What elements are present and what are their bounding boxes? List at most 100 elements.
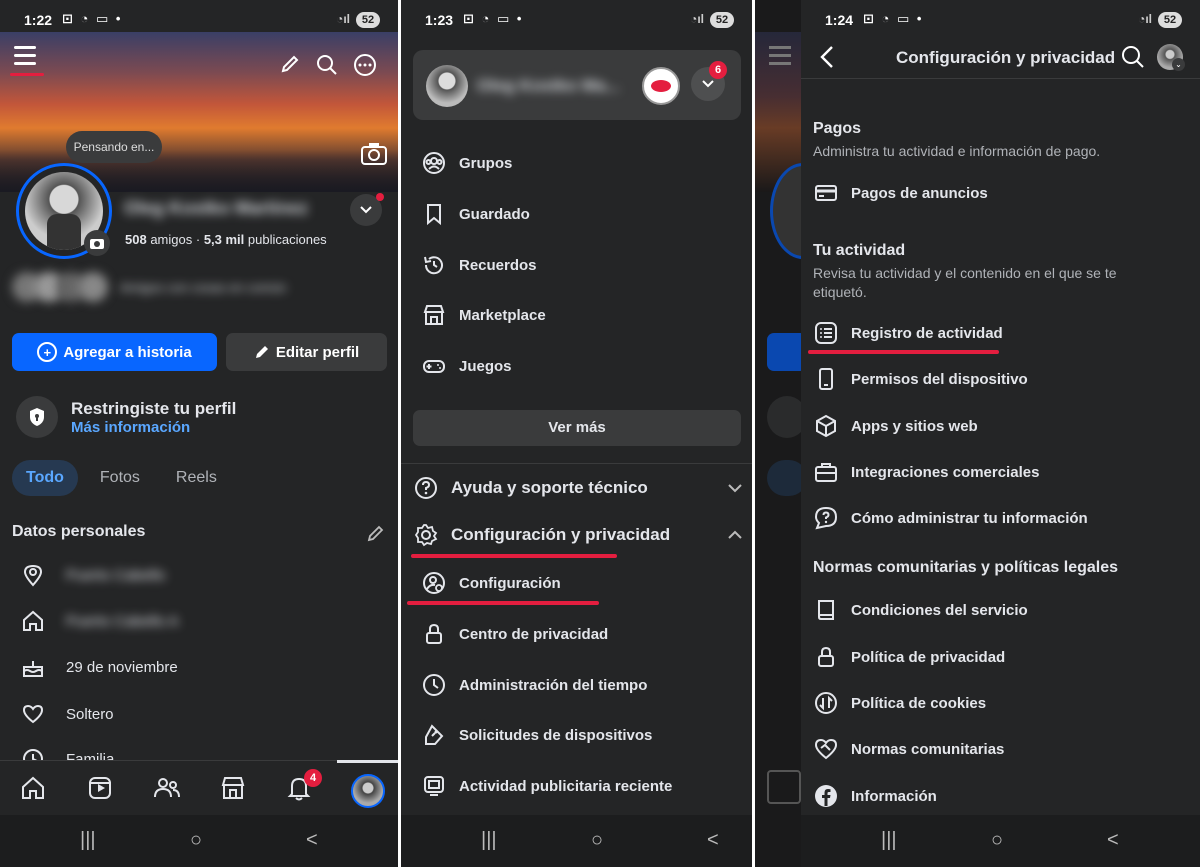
more-info-link[interactable]: Más información [71,419,190,436]
settings-item[interactable]: Información [813,781,937,811]
personal-info-row[interactable]: 29 de noviembre [20,652,178,682]
menu-item-marketplace[interactable]: Marketplace [421,300,546,330]
account-avatar [426,65,468,107]
notifications-tab-icon[interactable]: 4 [286,769,322,801]
menu-item-juegos[interactable]: Juegos [421,351,512,381]
add-story-button[interactable]: + Agregar a historia [12,333,217,371]
friends-count: 508 [125,232,147,247]
search-icon[interactable] [1121,45,1145,69]
back-nav-icon[interactable]: < [306,829,318,852]
profile-stats: 508 amigos · 5,3 mil publicaciones [125,232,327,247]
plus-circle-icon: + [37,342,58,362]
settings-item[interactable]: Cómo administrar tu información [813,503,1088,533]
handshake-heart-icon [813,736,839,762]
personal-info-row[interactable]: Puerto Cabello A [20,606,179,636]
marketplace-tab-icon[interactable] [220,775,246,801]
status-time: 1:22 [24,12,53,28]
submenu-item[interactable]: Configuración [421,568,561,598]
header-title: Configuración y privacidad [896,48,1116,67]
gamepad-icon [421,353,447,379]
settings-item-label: Permisos del dispositivo [851,370,1028,388]
account-card[interactable]: Oleg Kostko Ma... 6 [413,50,741,120]
settings-item[interactable]: Pagos de anuncios [813,178,988,208]
personal-info-row[interactable]: Puerto Cabello [20,560,165,590]
recents-nav-icon[interactable]: ||| [881,829,897,852]
submenu-item-label: Solicitudes de dispositivos [459,726,653,744]
video-tab-icon[interactable] [87,775,113,801]
settings-item[interactable]: Política de cookies [813,688,986,718]
tab-reels[interactable]: Reels [162,460,231,496]
profile-tab-avatar[interactable] [351,774,385,808]
posts-count: 5,3 mil [203,232,245,247]
menu-item-label: Recuerdos [459,256,537,274]
edit-personal-icon[interactable] [367,524,385,542]
see-more-button[interactable]: Ver más [413,410,741,446]
help-label: Ayuda y soporte técnico [451,478,648,497]
edit-icon[interactable] [280,54,300,74]
menu-item-label: Grupos [459,154,513,172]
submenu-item[interactable]: Solicitudes de dispositivos [421,720,652,750]
settings-item[interactable]: Política de privacidad [813,642,1005,672]
back-nav-icon[interactable]: < [707,829,719,852]
tab-fotos[interactable]: Fotos [86,460,154,496]
profile-dropdown-button[interactable] [350,193,384,226]
recents-nav-icon[interactable]: ||| [80,829,96,852]
settings-item[interactable]: Permisos del dispositivo [813,364,1028,394]
thought-bubble[interactable]: Pensando en... [66,131,162,163]
recents-nav-icon[interactable]: ||| [481,829,497,852]
menu-item-guardado[interactable]: Guardado [421,199,530,229]
bottom-tab-bar: 4 [0,760,398,816]
friends-tab-icon[interactable] [153,775,181,801]
activity-subtitle: Revisa tu actividad y el contenido en el… [813,265,1117,300]
home-nav-icon[interactable]: ○ [991,829,1003,852]
menu-icon[interactable] [14,44,36,66]
menu-item-grupos[interactable]: Grupos [421,148,512,178]
submenu-item[interactable]: Centro de privacidad [421,619,608,649]
cover-camera-icon[interactable] [360,141,388,167]
back-arrow-icon[interactable] [819,45,835,69]
settings-item[interactable]: Apps y sitios web [813,411,978,441]
marketplace-icon [421,302,447,328]
edit-profile-button[interactable]: Editar perfil [226,333,387,371]
search-icon[interactable] [316,54,338,76]
settings-item[interactable]: Registro de actividad [813,318,1003,348]
signal-icon: ◔ıl [690,12,704,26]
home-nav-icon[interactable]: ○ [591,829,603,852]
status-icons: ⊡ ◔ ▭ • [863,11,924,26]
submenu-item[interactable]: Administración del tiempo [421,670,647,700]
add-story-label: Agregar a historia [63,343,192,361]
settings-item[interactable]: Condiciones del servicio [813,595,1028,625]
settings-item-label: Registro de actividad [851,324,1003,342]
cookies-icon [813,690,839,716]
more-options-icon[interactable] [353,53,377,77]
menu-item-recuerdos[interactable]: Recuerdos [421,250,537,280]
system-nav-bar: ||| ○ < [801,815,1200,867]
settings-item-label: Cómo administrar tu información [851,509,1088,527]
settings-item-label: Política de privacidad [851,648,1006,666]
phone-icon [813,366,839,392]
help-section[interactable]: Ayuda y soporte técnico [413,474,743,502]
pencil-icon [255,346,268,358]
heart-icon [20,701,46,727]
settings-privacy-section[interactable]: Configuración y privacidad [413,521,743,549]
avatar-camera-icon[interactable] [84,230,110,256]
back-nav-icon[interactable]: < [1107,829,1119,852]
notifications-badge: 4 [304,769,322,787]
settings-item[interactable]: Normas comunitarias [813,734,1004,764]
settings-item-label: Información [851,787,937,805]
book-icon [813,597,839,623]
tab-todo[interactable]: Todo [12,460,78,496]
account-switch-button[interactable]: 6 [691,61,727,101]
personal-info-row[interactable]: Soltero [20,699,114,729]
restricted-title: Restringiste tu perfil [71,399,237,418]
home-tab-icon[interactable] [20,775,46,801]
home-nav-icon[interactable]: ○ [190,829,202,852]
page-avatar[interactable] [642,67,680,105]
submenu-item-label: Actividad publicitaria reciente [459,777,673,795]
memories-icon [421,252,447,278]
mutual-friends[interactable]: Amigos con cosas en común [12,272,286,302]
settings-item[interactable]: Integraciones comerciales [813,457,1039,487]
status-time: 1:23 [425,12,454,28]
submenu-item[interactable]: Actividad publicitaria reciente [421,771,672,801]
header-avatar[interactable]: ⌄ [1157,44,1185,71]
